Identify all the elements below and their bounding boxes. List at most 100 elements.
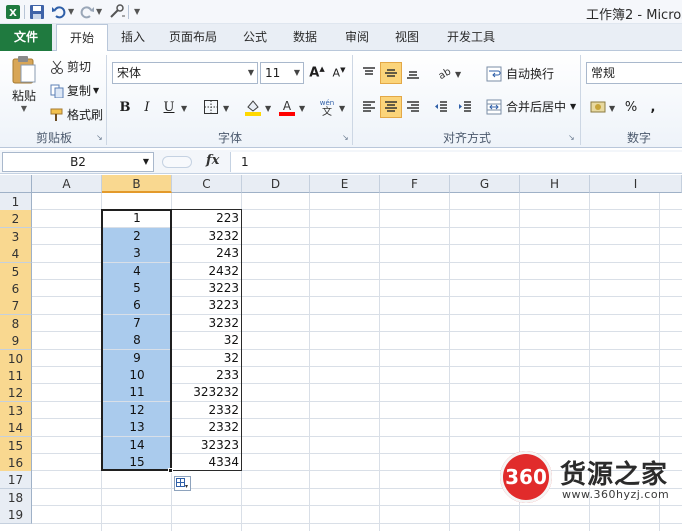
row-header-1[interactable]: 1 <box>0 193 32 211</box>
align-middle-button[interactable] <box>380 62 402 84</box>
redo-icon[interactable] <box>78 3 96 21</box>
font-launcher-icon[interactable]: ↘ <box>342 133 349 142</box>
column-header-g[interactable]: G <box>450 175 520 193</box>
tab-home[interactable]: 开始 <box>56 24 108 52</box>
row-header-10[interactable]: 10 <box>0 349 32 368</box>
cell-b10[interactable]: 9 <box>102 349 172 367</box>
cell-b16[interactable]: 15 <box>102 454 172 471</box>
cell-b4[interactable]: 3 <box>102 245 172 263</box>
alignment-launcher-icon[interactable]: ↘ <box>568 133 575 142</box>
excel-app-icon[interactable]: X <box>4 3 22 21</box>
fill-color-button[interactable] <box>242 96 264 118</box>
cell-c3[interactable]: 3232 <box>172 228 242 245</box>
qat-customize-dropdown-icon[interactable]: ▼ <box>134 7 140 16</box>
clipboard-launcher-icon[interactable]: ↘ <box>96 133 103 142</box>
cell-b12[interactable]: 11 <box>102 384 172 402</box>
tab-formulas[interactable]: 公式 <box>234 24 276 51</box>
cell-b6[interactable]: 5 <box>102 280 172 297</box>
cell-c11[interactable]: 233 <box>172 367 242 384</box>
column-header-d[interactable]: D <box>242 175 310 193</box>
cell-c15[interactable]: 32323 <box>172 437 242 454</box>
underline-button[interactable]: U <box>158 96 180 118</box>
cell-b11[interactable]: 10 <box>102 367 172 384</box>
row-header-3[interactable]: 3 <box>0 227 32 246</box>
wrap-text-button[interactable]: 自动换行 <box>486 65 554 82</box>
underline-dropdown-icon[interactable]: ▼ <box>181 104 187 113</box>
tab-view[interactable]: 视图 <box>386 24 428 51</box>
merge-center-button[interactable]: 合并后居中 ▼ <box>486 98 576 115</box>
column-header-f[interactable]: F <box>380 175 450 193</box>
tab-insert[interactable]: 插入 <box>112 24 154 51</box>
copy-dropdown-icon[interactable]: ▼ <box>93 86 99 95</box>
formula-input[interactable]: 1 <box>230 152 682 172</box>
cell-c5[interactable]: 2432 <box>172 263 242 280</box>
cell-b15[interactable]: 14 <box>102 436 172 454</box>
cell-b3[interactable]: 2 <box>102 227 172 245</box>
cell-b7[interactable]: 6 <box>102 297 172 315</box>
redo-dropdown-icon[interactable]: ▼ <box>96 7 102 16</box>
merge-center-dropdown-icon[interactable]: ▼ <box>570 102 576 111</box>
font-color-button[interactable]: A <box>276 96 298 118</box>
phonetic-button[interactable]: wén 文 <box>316 96 338 118</box>
row-header-6[interactable]: 6 <box>0 280 32 298</box>
tab-developer[interactable]: 开发工具 <box>438 24 504 51</box>
font-size-dropdown-icon[interactable]: ▼ <box>294 63 300 83</box>
customize-tool-icon[interactable] <box>108 3 126 21</box>
align-center-button[interactable] <box>380 96 402 118</box>
column-header-h[interactable]: H <box>520 175 590 193</box>
undo-dropdown-icon[interactable]: ▼ <box>68 7 74 16</box>
tab-data[interactable]: 数据 <box>284 24 326 51</box>
orientation-dropdown-icon[interactable]: ▼ <box>455 70 461 79</box>
tab-file[interactable]: 文件 <box>0 24 52 51</box>
shrink-font-button[interactable]: A▼ <box>328 62 350 84</box>
align-top-button[interactable] <box>358 62 380 84</box>
undo-icon[interactable] <box>50 3 68 21</box>
accounting-format-button[interactable] <box>588 96 610 118</box>
row-header-17[interactable]: 17 <box>0 471 32 490</box>
row-header-8[interactable]: 8 <box>0 314 32 333</box>
cell-b9[interactable]: 8 <box>102 332 172 350</box>
decrease-indent-button[interactable] <box>430 96 452 118</box>
column-header-e[interactable]: E <box>310 175 380 193</box>
row-header-11[interactable]: 11 <box>0 367 32 385</box>
auto-fill-options-button[interactable] <box>174 476 191 492</box>
percent-style-button[interactable]: % <box>620 96 642 118</box>
row-header-7[interactable]: 7 <box>0 297 32 316</box>
name-box[interactable]: B2 ▼ <box>2 152 154 172</box>
row-header-19[interactable]: 19 <box>0 506 32 525</box>
font-size-combo[interactable]: 11 ▼ <box>260 62 304 84</box>
cell-c2[interactable]: 223 <box>172 210 242 227</box>
cell-b2[interactable]: 1 <box>102 210 172 228</box>
comma-style-button[interactable]: , <box>642 96 664 118</box>
borders-button[interactable] <box>200 96 222 118</box>
cell-c13[interactable]: 2332 <box>172 402 242 419</box>
cell-b14[interactable]: 13 <box>102 419 172 437</box>
name-box-dropdown-icon[interactable]: ▼ <box>143 153 149 171</box>
accounting-dropdown-icon[interactable]: ▼ <box>609 104 615 113</box>
row-header-9[interactable]: 9 <box>0 332 32 351</box>
bold-button[interactable]: B <box>114 96 136 118</box>
cell-b13[interactable]: 12 <box>102 401 172 419</box>
formula-bar-resize-handle[interactable] <box>162 156 192 168</box>
italic-button[interactable]: I <box>136 96 158 118</box>
cell-c6[interactable]: 3223 <box>172 280 242 297</box>
fill-handle[interactable] <box>168 468 173 474</box>
column-header-c[interactable]: C <box>172 175 242 193</box>
orientation-button[interactable]: ab <box>434 62 456 84</box>
row-header-12[interactable]: 12 <box>0 384 32 403</box>
row-header-18[interactable]: 18 <box>0 488 32 507</box>
row-header-2[interactable]: 2 <box>0 210 32 229</box>
insert-function-icon[interactable]: fx <box>206 153 219 168</box>
number-format-combo[interactable]: 常规 <box>586 62 682 84</box>
cell-c4[interactable]: 243 <box>172 245 242 262</box>
column-header-i[interactable]: I <box>590 175 682 193</box>
cell-c10[interactable]: 32 <box>172 350 242 367</box>
save-icon[interactable] <box>28 3 46 21</box>
cell-c7[interactable]: 3223 <box>172 297 242 314</box>
align-right-button[interactable] <box>402 96 424 118</box>
cell-b5[interactable]: 4 <box>102 262 172 280</box>
cell-c14[interactable]: 2332 <box>172 419 242 436</box>
paste-dropdown-icon[interactable]: ▼ <box>21 104 27 113</box>
column-header-a[interactable]: A <box>32 175 102 193</box>
row-header-13[interactable]: 13 <box>0 401 32 420</box>
